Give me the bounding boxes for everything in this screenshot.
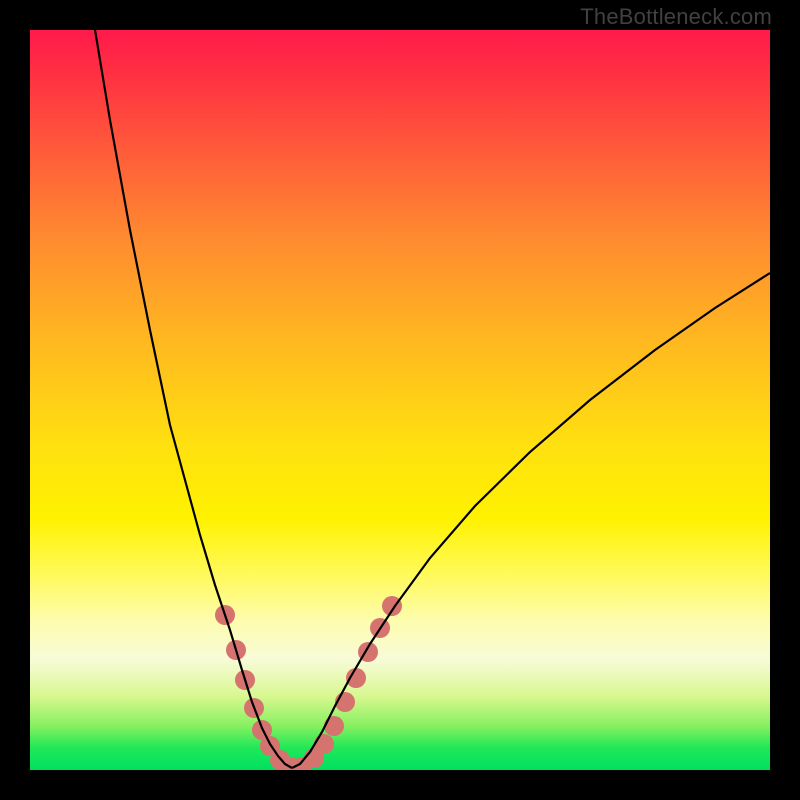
dot-markers-group xyxy=(215,596,402,770)
chart-container: TheBottleneck.com xyxy=(0,0,800,800)
watermark-text: TheBottleneck.com xyxy=(580,4,772,30)
data-marker xyxy=(324,716,344,736)
plot-area xyxy=(30,30,770,770)
curve-left-branch xyxy=(95,30,292,768)
curve-right-branch xyxy=(292,273,770,768)
data-marker xyxy=(314,734,334,754)
chart-svg xyxy=(30,30,770,770)
